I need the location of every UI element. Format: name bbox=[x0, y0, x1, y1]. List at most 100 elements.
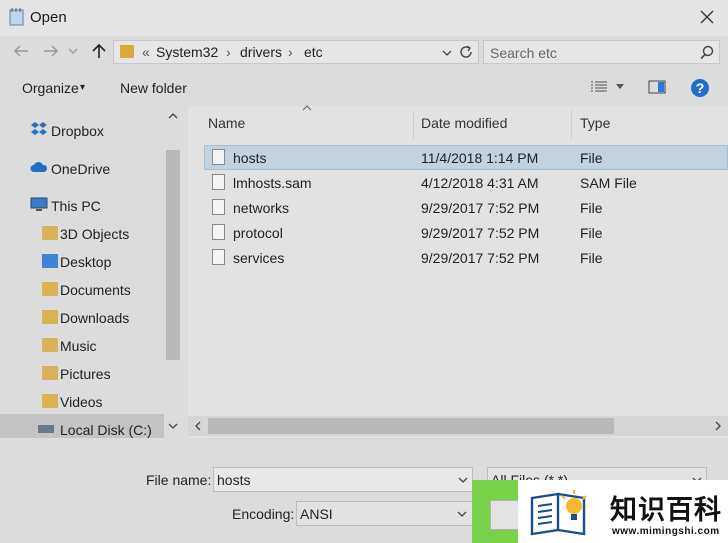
computer-icon bbox=[30, 197, 48, 211]
file-type: File bbox=[580, 200, 603, 216]
sidebar-item-label: 3D Objects bbox=[60, 226, 130, 242]
preview-pane-icon[interactable] bbox=[648, 79, 666, 95]
close-button[interactable] bbox=[692, 3, 722, 31]
sidebar-item-label: This PC bbox=[51, 198, 101, 214]
file-type: File bbox=[580, 150, 603, 166]
file-name: protocol bbox=[233, 225, 283, 241]
arrow-left-icon bbox=[13, 45, 28, 57]
file-date: 9/29/2017 7:52 PM bbox=[421, 225, 540, 241]
file-name: networks bbox=[233, 200, 290, 216]
search-icon[interactable] bbox=[698, 44, 716, 62]
sidebar-item-label: Music bbox=[60, 338, 97, 354]
column-divider[interactable] bbox=[413, 110, 414, 140]
file-name: hosts bbox=[233, 150, 267, 166]
close-icon bbox=[700, 10, 714, 24]
encoding-value: ANSI bbox=[300, 506, 333, 522]
watermark-url: www.mimingshi.com bbox=[612, 526, 720, 537]
scroll-right-icon[interactable] bbox=[714, 421, 722, 431]
address-bar[interactable]: « System32 › drivers › etc bbox=[113, 40, 479, 64]
file-type: SAM File bbox=[580, 175, 637, 191]
file-date: 9/29/2017 7:52 PM bbox=[421, 250, 540, 266]
encoding-label: Encoding: bbox=[232, 506, 295, 522]
book-lightbulb-logo bbox=[530, 490, 587, 536]
folder-icon bbox=[42, 310, 58, 324]
sidebar-item-label: Pictures bbox=[60, 366, 111, 382]
forward-button[interactable] bbox=[40, 40, 62, 62]
sidebar-item-label: Downloads bbox=[60, 310, 130, 326]
title-bar bbox=[0, 0, 728, 36]
file-name-value: hosts bbox=[217, 472, 251, 488]
breadcrumb-system32[interactable]: System32 bbox=[156, 44, 218, 60]
watermark-title: 知识百科 bbox=[610, 495, 722, 526]
folder-icon bbox=[42, 226, 58, 240]
scroll-down-icon[interactable] bbox=[168, 422, 178, 430]
chevron-down-icon bbox=[457, 511, 467, 517]
scroll-left-icon[interactable] bbox=[194, 421, 202, 431]
sidebar-item-label: Videos bbox=[60, 394, 103, 410]
window-title: Open bbox=[30, 9, 67, 26]
file-name: services bbox=[233, 250, 285, 266]
file-icon bbox=[212, 149, 225, 165]
encoding-dropdown[interactable]: ANSI bbox=[296, 501, 473, 526]
view-options-icon[interactable] bbox=[616, 84, 624, 90]
column-header-date[interactable]: Date modified bbox=[421, 115, 507, 131]
new-folder-button[interactable]: New folder bbox=[120, 80, 187, 96]
file-icon bbox=[212, 224, 225, 240]
svg-text:?: ? bbox=[696, 80, 705, 96]
chevron-down-icon bbox=[458, 477, 468, 483]
file-icon bbox=[212, 199, 225, 215]
chevron-down-icon bbox=[68, 48, 78, 54]
folder-icon bbox=[120, 45, 134, 58]
arrow-up-icon bbox=[92, 43, 106, 58]
organize-button[interactable]: Organize bbox=[22, 80, 79, 96]
column-divider[interactable] bbox=[571, 110, 572, 140]
folder-icon bbox=[42, 338, 58, 352]
file-date: 11/4/2018 1:14 PM bbox=[421, 150, 539, 166]
file-icon bbox=[212, 249, 225, 265]
file-type: File bbox=[580, 250, 603, 266]
chevron-down-icon[interactable] bbox=[442, 49, 452, 57]
column-header-type[interactable]: Type bbox=[580, 115, 610, 131]
navigation-pane bbox=[0, 106, 182, 438]
sidebar-item-label: OneDrive bbox=[51, 161, 111, 177]
refresh-icon[interactable] bbox=[458, 44, 474, 60]
search-input[interactable]: Search etc bbox=[490, 45, 557, 61]
recent-locations-button[interactable] bbox=[62, 40, 84, 62]
breadcrumb-etc[interactable]: etc bbox=[304, 44, 323, 60]
sidebar-item-label: Documents bbox=[60, 282, 131, 298]
sidebar-item-label: Local Disk (C:) bbox=[60, 422, 152, 438]
sort-ascending-icon bbox=[302, 105, 312, 111]
file-name-label: File name: bbox=[146, 472, 212, 488]
up-button[interactable] bbox=[88, 40, 110, 62]
file-icon bbox=[212, 174, 225, 190]
back-button[interactable] bbox=[10, 40, 32, 62]
column-header-name[interactable]: Name bbox=[208, 115, 245, 131]
file-name: lmhosts.sam bbox=[233, 175, 312, 191]
sidebar-item-label: Desktop bbox=[60, 254, 112, 270]
drive-icon bbox=[38, 425, 54, 433]
search-box[interactable]: Search etc bbox=[483, 40, 720, 64]
breadcrumb-separator: › bbox=[226, 44, 231, 60]
path-overflow[interactable]: « bbox=[142, 44, 150, 60]
folder-icon bbox=[42, 282, 58, 296]
dropbox-icon bbox=[31, 122, 47, 135]
organize-caret[interactable]: ▾ bbox=[80, 82, 85, 93]
breadcrumb-separator: › bbox=[288, 44, 293, 60]
arrow-right-icon bbox=[44, 45, 59, 57]
help-icon[interactable]: ? bbox=[690, 78, 710, 98]
file-type: File bbox=[580, 225, 603, 241]
horizontal-scrollbar-thumb[interactable] bbox=[208, 418, 614, 434]
scroll-up-icon[interactable] bbox=[168, 112, 178, 120]
file-date: 9/29/2017 7:52 PM bbox=[421, 200, 540, 216]
file-name-field[interactable]: hosts bbox=[213, 467, 473, 492]
notepad-icon bbox=[9, 8, 24, 26]
folder-icon bbox=[42, 254, 58, 268]
cloud-icon bbox=[30, 162, 48, 172]
sidebar-item-label: Dropbox bbox=[51, 123, 104, 139]
folder-icon bbox=[42, 366, 58, 380]
folder-icon bbox=[42, 394, 58, 408]
file-date: 4/12/2018 4:31 AM bbox=[421, 175, 539, 191]
view-list-icon[interactable] bbox=[590, 80, 608, 94]
breadcrumb-drivers[interactable]: drivers bbox=[240, 44, 282, 60]
nav-scrollbar-thumb[interactable] bbox=[166, 150, 180, 360]
